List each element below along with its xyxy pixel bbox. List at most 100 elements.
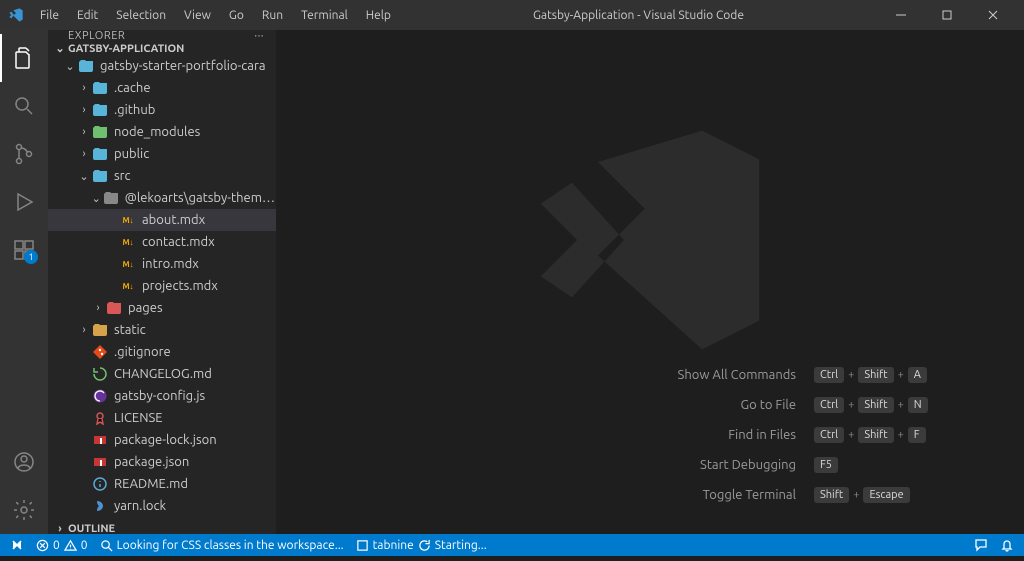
welcome-label: Start Debugging: [646, 458, 796, 472]
explorer-header: EXPLORER ···: [48, 30, 276, 42]
vscode-logo-icon: [8, 7, 24, 23]
readme-file-icon: [92, 476, 108, 492]
file-row[interactable]: M↓contact.mdx: [48, 231, 276, 253]
file-row[interactable]: README.md: [48, 473, 276, 495]
file-row[interactable]: yarn.lock: [48, 495, 276, 517]
tree-label: src: [114, 169, 131, 183]
file-row[interactable]: package-lock.json: [48, 429, 276, 451]
chevron-right-icon: ›: [76, 148, 92, 160]
activity-explorer[interactable]: [0, 34, 48, 82]
menu-file[interactable]: File: [32, 5, 67, 26]
status-notifications[interactable]: [994, 534, 1020, 556]
file-row[interactable]: M↓intro.mdx: [48, 253, 276, 275]
chevron-down-icon: ⌄: [62, 60, 78, 73]
chevron-down-icon: ⌄: [90, 192, 103, 205]
vscode-watermark-icon: [520, 110, 780, 370]
folder-row[interactable]: › pages: [48, 297, 276, 319]
status-remote[interactable]: [4, 534, 30, 556]
gatsby-file-icon: [92, 388, 108, 404]
tree-label: contact.mdx: [142, 235, 215, 249]
welcome-label: Find in Files: [646, 428, 796, 442]
folder-row[interactable]: › static: [48, 319, 276, 341]
window-title: Gatsby-Application - Visual Studio Code: [399, 9, 878, 22]
menu-go[interactable]: Go: [221, 5, 252, 26]
folder-row[interactable]: ⌄src: [48, 165, 276, 187]
chevron-right-icon: ›: [90, 302, 106, 314]
tree-label: .gitignore: [114, 345, 171, 359]
menu-view[interactable]: View: [176, 5, 219, 26]
tree-label: node_modules: [114, 125, 200, 139]
tree-label: about.mdx: [142, 213, 205, 227]
file-row[interactable]: package.json: [48, 451, 276, 473]
file-row[interactable]: M↓projects.mdx: [48, 275, 276, 297]
workspace-section[interactable]: ⌄ GATSBY-APPLICATION: [48, 42, 276, 55]
status-css-scan[interactable]: Looking for CSS classes in the workspace…: [94, 534, 350, 556]
chevron-right-icon: ›: [52, 523, 68, 535]
menu-run[interactable]: Run: [254, 5, 291, 26]
chevron-right-icon: ›: [76, 324, 92, 336]
folder-row[interactable]: ⌄@lekoarts\gatsby-theme-cara\s...: [48, 187, 276, 209]
chevron-right-icon: ›: [76, 104, 92, 116]
tree-label: yarn.lock: [114, 499, 166, 513]
activity-bar: 1: [0, 30, 48, 534]
chevron-down-icon: ⌄: [52, 42, 68, 55]
npm-file-icon: [92, 432, 108, 448]
folder-row[interactable]: ⌄gatsby-starter-portfolio-cara: [48, 55, 276, 77]
activity-settings[interactable]: [0, 486, 48, 534]
explorer-more-icon[interactable]: ···: [254, 30, 264, 42]
status-text: Starting...: [435, 539, 487, 552]
welcome-label: Go to File: [646, 398, 796, 412]
tree-label: projects.mdx: [142, 279, 218, 293]
chevron-right-icon: ›: [76, 126, 92, 138]
folder-icon: [92, 124, 108, 140]
status-feedback[interactable]: [968, 534, 994, 556]
tree-label: public: [114, 147, 149, 161]
shortcut: Ctrl+Shift+N: [814, 397, 934, 413]
window-minimize[interactable]: [878, 0, 924, 30]
menu-terminal[interactable]: Terminal: [293, 5, 356, 26]
status-tabnine[interactable]: tabnine Starting...: [350, 534, 493, 556]
git-file-icon: [92, 344, 108, 360]
title-bar: File Edit Selection View Go Run Terminal…: [0, 0, 1024, 30]
file-row[interactable]: M↓ about.mdx: [48, 209, 276, 231]
status-bar: 0 0 Looking for CSS classes in the works…: [0, 534, 1024, 556]
file-row[interactable]: CHANGELOG.md: [48, 363, 276, 385]
mdx-file-icon: M↓: [120, 212, 136, 228]
license-file-icon: [92, 410, 108, 426]
errors-count: 0: [53, 539, 60, 552]
window-close[interactable]: [970, 0, 1016, 30]
file-row[interactable]: gatsby-config.js: [48, 385, 276, 407]
activity-run-debug[interactable]: [0, 178, 48, 226]
folder-row[interactable]: › public: [48, 143, 276, 165]
menu-selection[interactable]: Selection: [108, 5, 174, 26]
shortcut: Shift+Escape: [814, 487, 934, 503]
folder-icon: [92, 168, 108, 184]
extensions-badge: 1: [24, 250, 38, 264]
menu-help[interactable]: Help: [358, 5, 399, 26]
activity-search[interactable]: [0, 82, 48, 130]
menu-edit[interactable]: Edit: [69, 5, 106, 26]
activity-source-control[interactable]: [0, 130, 48, 178]
tree-label: pages: [128, 301, 163, 315]
tree-label: README.md: [114, 477, 188, 491]
folder-row[interactable]: ›.cache: [48, 77, 276, 99]
warnings-count: 0: [81, 539, 88, 552]
folder-icon: [103, 190, 119, 206]
folder-icon: [106, 300, 122, 316]
file-row[interactable]: LICENSE: [48, 407, 276, 429]
folder-row[interactable]: › node_modules: [48, 121, 276, 143]
tree-label: static: [114, 323, 146, 337]
window-maximize[interactable]: [924, 0, 970, 30]
changelog-file-icon: [92, 366, 108, 382]
folder-icon: [92, 102, 108, 118]
welcome-label: Toggle Terminal: [646, 488, 796, 502]
shortcut: F5: [814, 457, 934, 473]
menu-bar: File Edit Selection View Go Run Terminal…: [32, 5, 399, 26]
file-row[interactable]: .gitignore: [48, 341, 276, 363]
tree-label: gatsby-config.js: [114, 389, 205, 403]
status-text: Looking for CSS classes in the workspace…: [117, 539, 344, 552]
folder-row[interactable]: ›.github: [48, 99, 276, 121]
status-problems[interactable]: 0 0: [30, 534, 94, 556]
activity-extensions[interactable]: 1: [0, 226, 48, 274]
activity-accounts[interactable]: [0, 438, 48, 486]
